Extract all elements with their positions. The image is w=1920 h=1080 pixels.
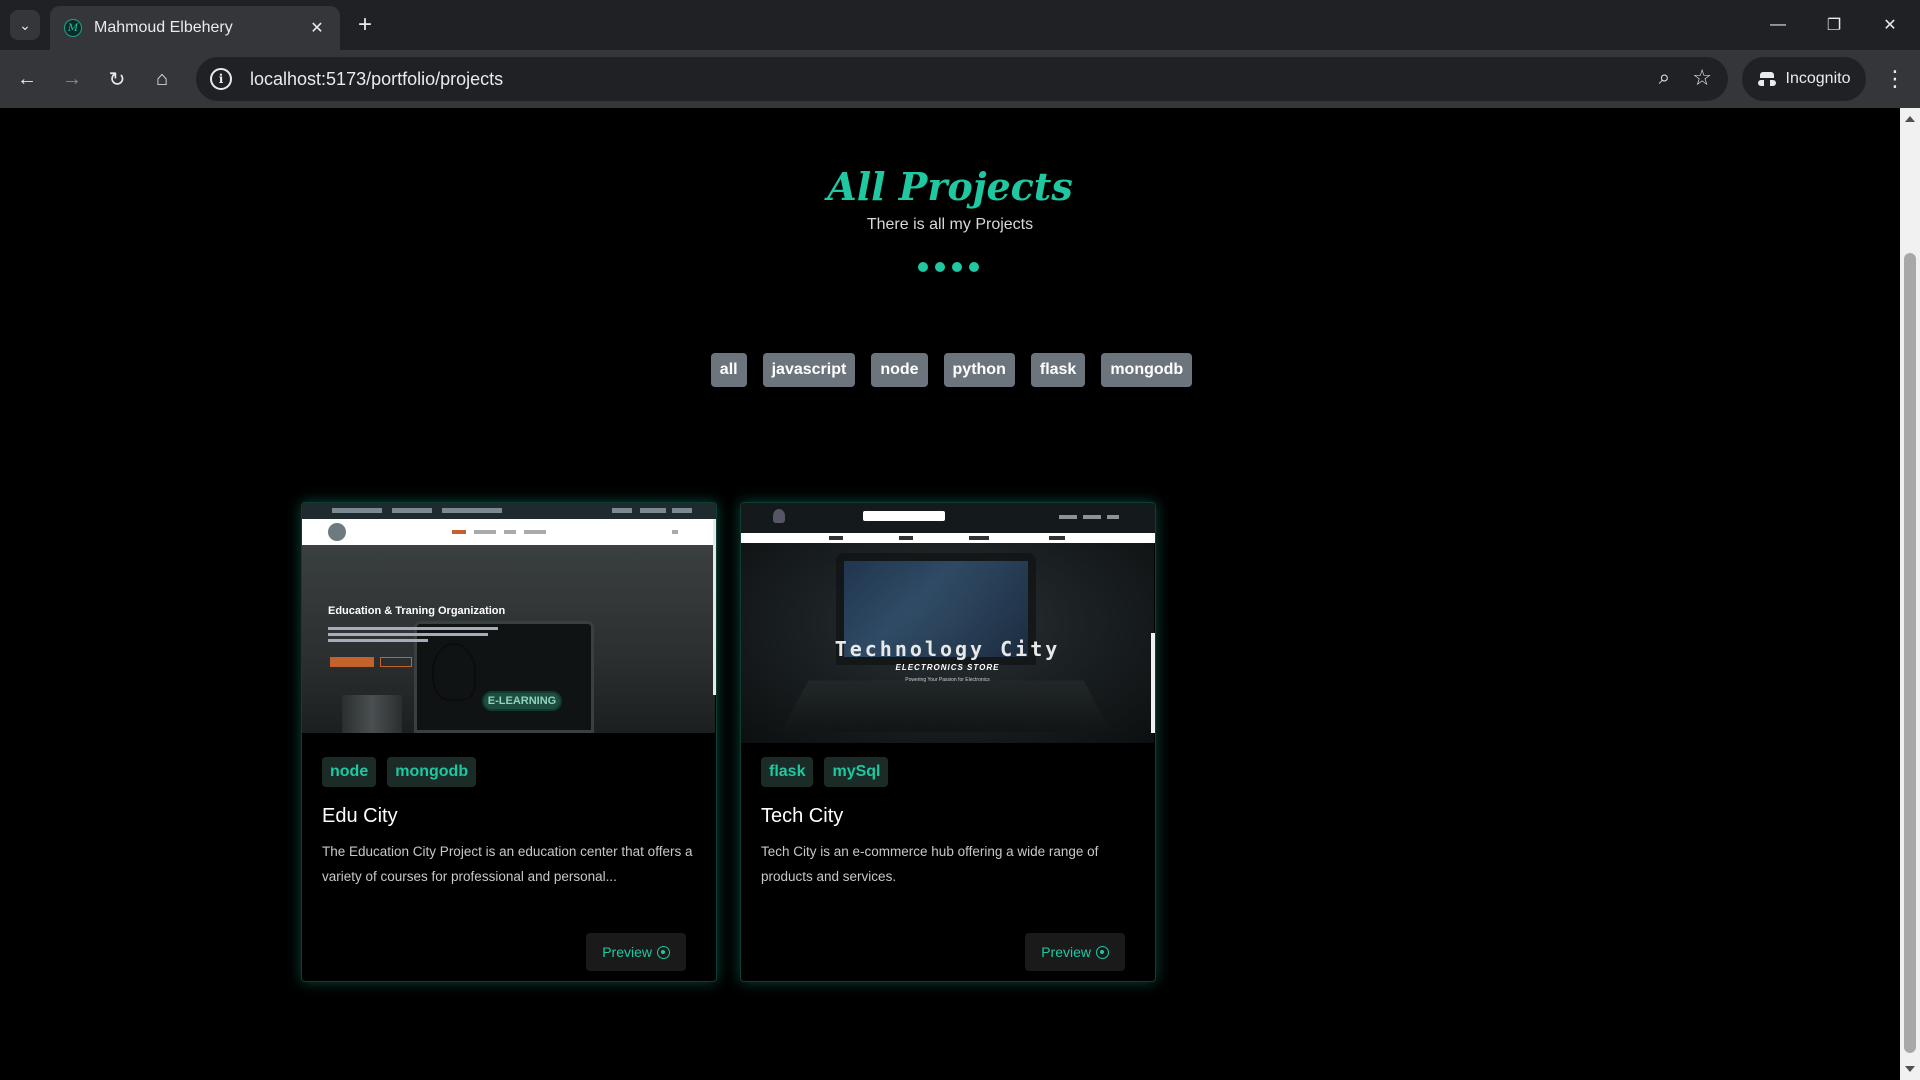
incognito-indicator[interactable]: Incognito xyxy=(1742,57,1866,101)
project-title: Edu City xyxy=(322,805,398,827)
browser-tab[interactable]: M Mahmoud Elbehery ✕ xyxy=(50,6,340,50)
incognito-icon xyxy=(1757,72,1776,86)
project-tag: mySql xyxy=(824,757,889,787)
restore-button[interactable]: ❐ xyxy=(1806,0,1862,50)
address-bar[interactable]: i localhost:5173/portfolio/projects ⌕ ☆ xyxy=(196,57,1728,101)
project-tag: node xyxy=(322,757,377,787)
page-title: All Projects xyxy=(827,164,1073,209)
project-title: Tech City xyxy=(761,805,844,827)
site-favicon-icon: M xyxy=(64,19,82,37)
preview-label: Preview xyxy=(1041,944,1091,960)
project-tags: flask mySql xyxy=(761,757,889,787)
preview-label: Preview xyxy=(602,944,652,960)
browser-menu-icon[interactable]: ⋮ xyxy=(1880,64,1910,94)
close-window-button[interactable]: ✕ xyxy=(1862,0,1918,50)
decorative-dots xyxy=(918,262,979,272)
bookmark-star-icon[interactable]: ☆ xyxy=(1692,65,1712,91)
page-viewport: All Projects There is all my Projects al… xyxy=(0,108,1900,1080)
page-scrollbar[interactable] xyxy=(1900,108,1920,1080)
scrollbar-thumb[interactable] xyxy=(1904,253,1916,1053)
browser-toolbar: ← → ↻ ⌂ i localhost:5173/portfolio/proje… xyxy=(0,50,1920,108)
filter-flask-button[interactable]: flask xyxy=(1030,353,1086,387)
filter-node-button[interactable]: node xyxy=(871,353,928,387)
thumb-navbar xyxy=(741,533,1155,543)
site-info-icon[interactable]: i xyxy=(210,68,232,90)
home-icon: ⌂ xyxy=(155,67,169,90)
minimize-button[interactable]: — xyxy=(1750,0,1806,50)
forward-button[interactable]: → xyxy=(57,64,87,94)
arrow-left-icon: ← xyxy=(17,67,37,90)
chevron-down-icon: ⌄ xyxy=(19,16,31,33)
thumb-hero: Technology City ELECTRONICS STORE Poweri… xyxy=(741,543,1154,743)
thumb-heading: Education & Traning Organization xyxy=(328,605,506,617)
incognito-label: Incognito xyxy=(1785,70,1851,87)
dot xyxy=(918,262,928,272)
new-tab-button[interactable]: + xyxy=(352,12,378,38)
thumb-navbar xyxy=(302,519,716,545)
preview-button[interactable]: Preview xyxy=(586,933,686,971)
reload-button[interactable]: ↻ xyxy=(102,64,132,94)
project-tags: node mongodb xyxy=(322,757,477,787)
tab-search-button[interactable]: ⌄ xyxy=(10,10,40,40)
arrow-right-icon: → xyxy=(62,67,82,90)
zoom-icon[interactable]: ⌕ xyxy=(1659,67,1670,90)
tab-title: Mahmoud Elbehery xyxy=(94,19,233,36)
reload-icon: ↻ xyxy=(108,68,126,91)
project-description: Tech City is an e-commerce hub offering … xyxy=(761,844,1099,884)
project-card-tech-city: Technology City ELECTRONICS STORE Poweri… xyxy=(740,502,1156,982)
project-card-edu-city: E-LEARNING Education & Traning Organizat… xyxy=(301,502,717,982)
project-thumbnail: Technology City ELECTRONICS STORE Poweri… xyxy=(741,503,1155,743)
project-filters: all javascript node python flask mongodb xyxy=(0,353,1900,387)
dot xyxy=(935,262,945,272)
scroll-down-arrow-icon[interactable] xyxy=(1905,1066,1915,1072)
filter-mongodb-button[interactable]: mongodb xyxy=(1101,353,1193,387)
page-subtitle: There is all my Projects xyxy=(866,216,1034,233)
thumb-heading: Technology City xyxy=(834,637,1061,661)
dot xyxy=(952,262,962,272)
back-button[interactable]: ← xyxy=(12,64,42,94)
project-tag: mongodb xyxy=(387,757,477,787)
filter-python-button[interactable]: python xyxy=(943,353,1015,387)
eye-icon xyxy=(1096,945,1109,959)
tab-close-icon[interactable]: ✕ xyxy=(306,17,328,39)
eye-icon xyxy=(657,945,670,959)
project-tag: flask xyxy=(761,757,814,787)
browser-tab-bar: ⌄ M Mahmoud Elbehery ✕ + — ❐ ✕ xyxy=(0,0,1920,50)
project-description: The Education City Project is an educati… xyxy=(322,844,693,884)
thumb-tagline: Powering Your Passion for Electronics xyxy=(905,677,990,683)
project-thumbnail: E-LEARNING Education & Traning Organizat… xyxy=(302,503,716,733)
thumb-badge: E-LEARNING xyxy=(482,691,562,711)
preview-button[interactable]: Preview xyxy=(1025,933,1125,971)
home-button[interactable]: ⌂ xyxy=(147,64,177,94)
filter-all-button[interactable]: all xyxy=(710,353,747,387)
thumb-subheading: ELECTRONICS STORE xyxy=(895,663,1000,672)
thumb-topbar xyxy=(302,503,716,519)
dot xyxy=(969,262,979,272)
scroll-up-arrow-icon[interactable] xyxy=(1905,116,1915,122)
thumb-topbar xyxy=(741,503,1155,533)
url-text: localhost:5173/portfolio/projects xyxy=(250,68,504,89)
filter-javascript-button[interactable]: javascript xyxy=(762,353,856,387)
thumb-hero: E-LEARNING Education & Traning Organizat… xyxy=(302,545,715,733)
